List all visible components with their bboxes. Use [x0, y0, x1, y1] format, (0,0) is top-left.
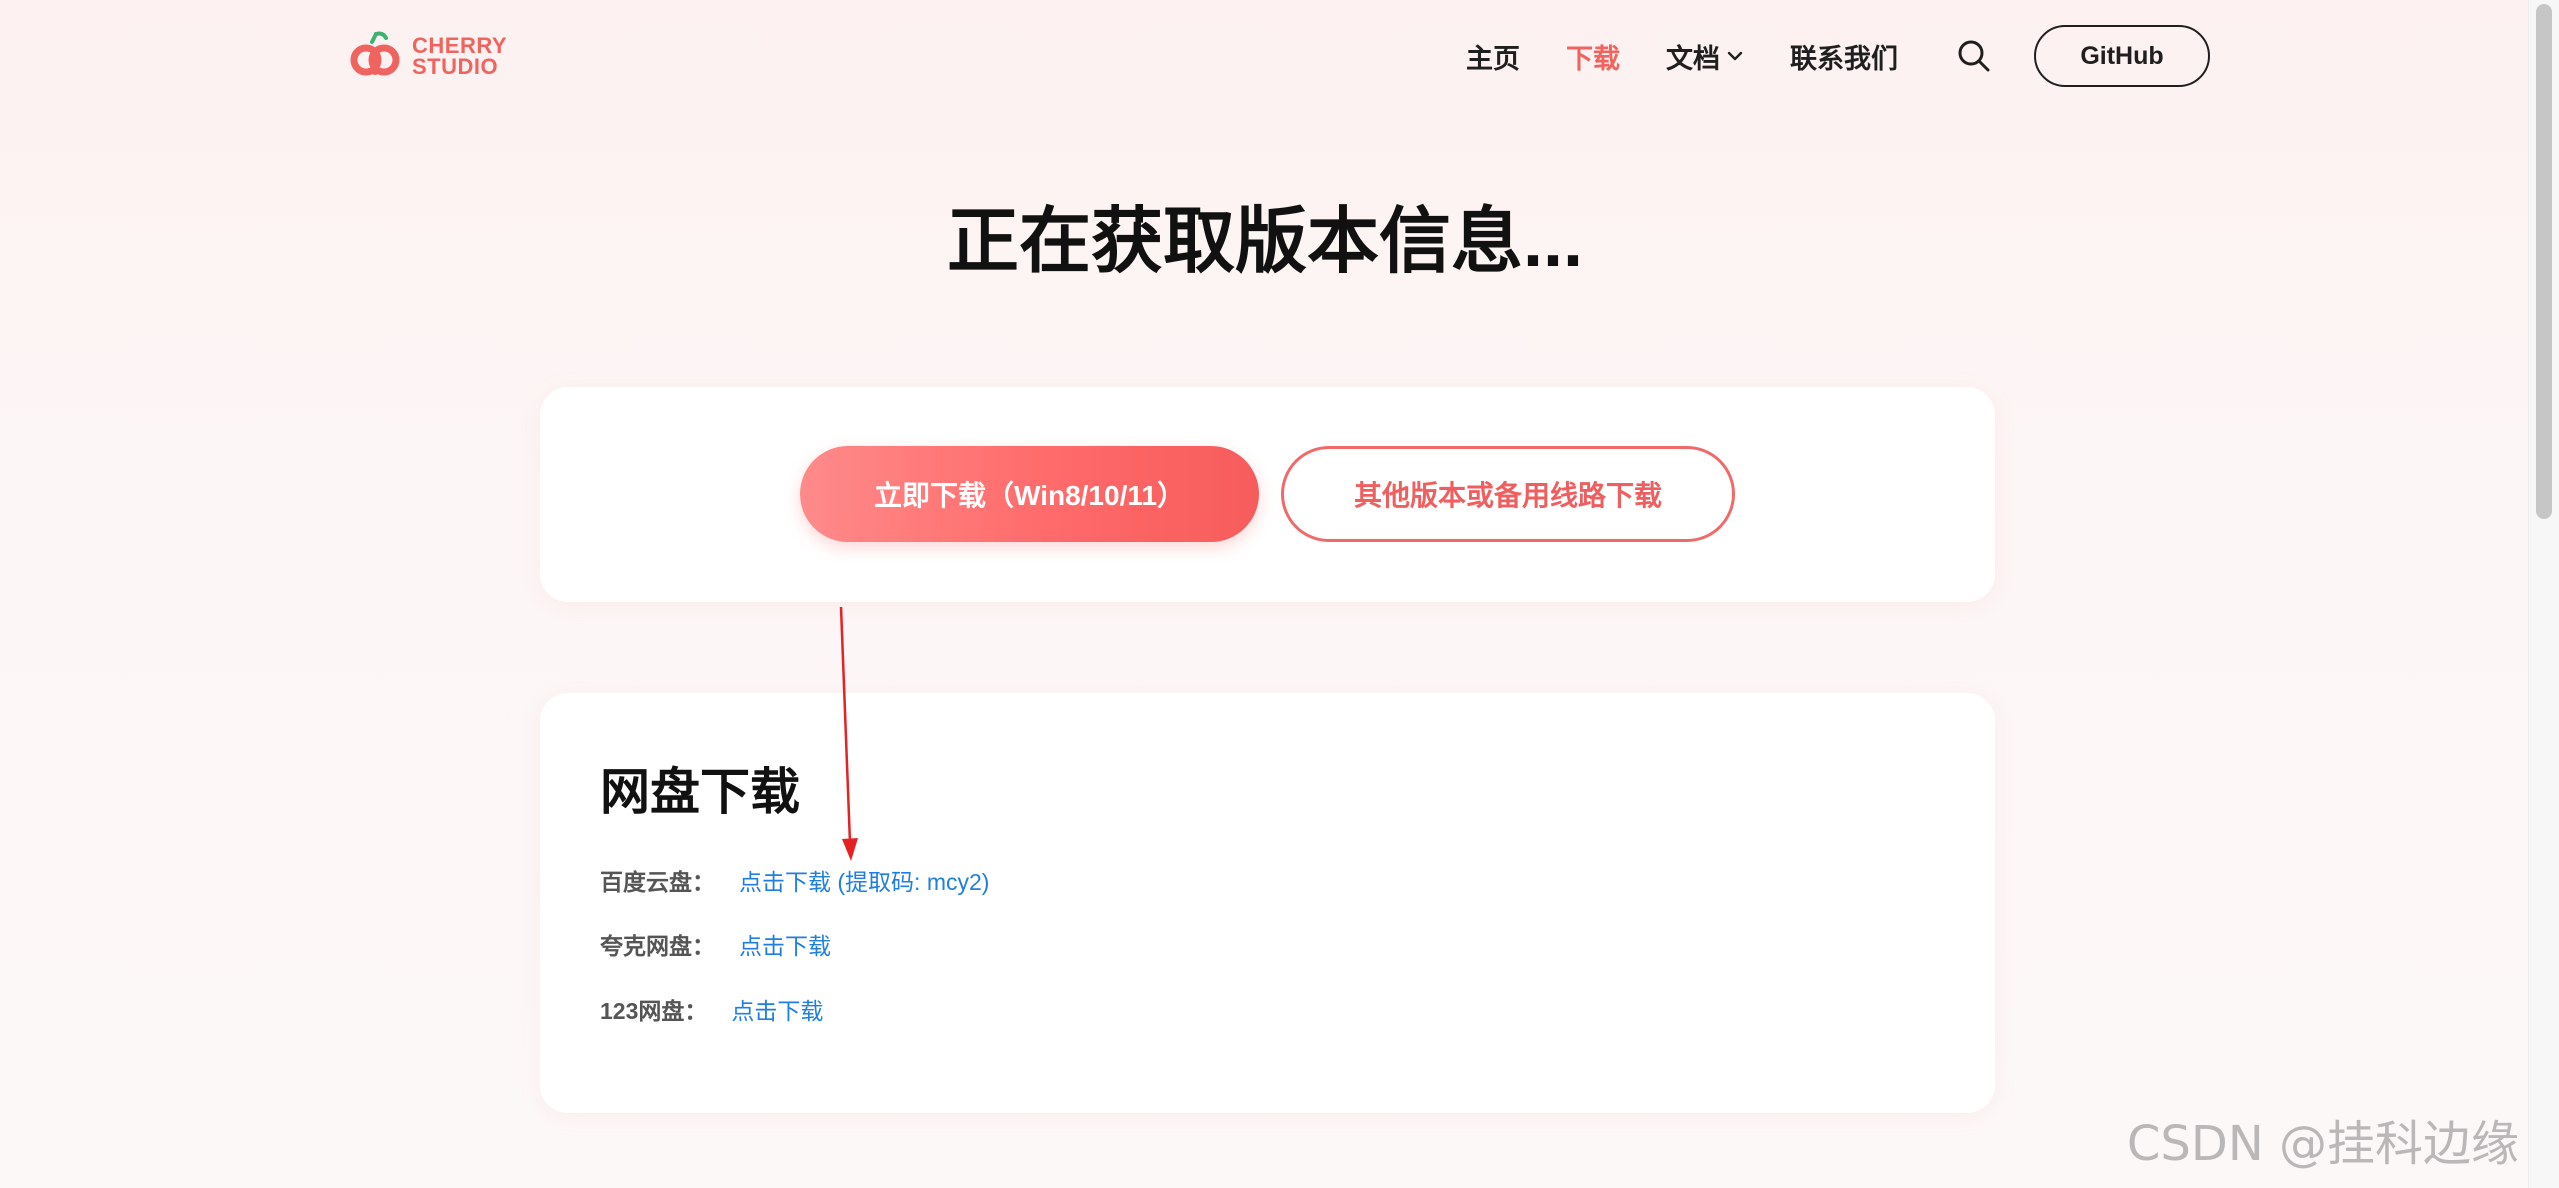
logo-line2: STUDIO — [412, 54, 499, 79]
quark-download-link[interactable]: 点击下载 — [739, 927, 831, 961]
netdisk-row-baidu: 百度云盘： 点击下载 (提取码: mcy2) — [600, 862, 989, 898]
logo-text: CHERRY STUDIO — [412, 33, 508, 79]
netdisk-label: 123网盘： — [600, 998, 708, 1024]
logo[interactable]: CHERRY STUDIO — [350, 30, 507, 82]
netdisk-label: 夸克网盘： — [600, 933, 715, 959]
csdn-watermark: CSDN @挂科边缘 — [2126, 1116, 2519, 1172]
annotation-arrow-icon — [839, 606, 858, 861]
page-title: 正在获取版本信息... — [946, 202, 1583, 282]
scroll-thumb[interactable] — [2536, 4, 2552, 519]
pan123-download-link[interactable]: 点击下载 — [731, 992, 823, 1026]
other-versions-button[interactable]: 其他版本或备用线路下载 — [1281, 446, 1735, 542]
netdisk-row-quark: 夸克网盘： 点击下载 — [600, 926, 831, 962]
nav-label: 文档 — [1666, 43, 1720, 74]
baidu-download-link[interactable]: 点击下载 (提取码: mcy2) — [739, 863, 989, 897]
nav-label: 联系我们 — [1790, 43, 1898, 74]
page-scrollbar[interactable] — [2528, 0, 2559, 1188]
cherry-logo-icon — [350, 31, 400, 76]
chevron-down-icon — [1727, 51, 1743, 61]
nav-item-contact[interactable]: 联系我们 — [1790, 37, 1898, 76]
nav-label: 主页 — [1466, 43, 1520, 74]
github-button[interactable]: GitHub — [2034, 25, 2210, 87]
logo-line1: CHERRY — [412, 33, 508, 58]
netdisk-title: 网盘下载 — [600, 764, 800, 820]
download-card — [540, 387, 1995, 602]
nav-item-home[interactable]: 主页 — [1466, 37, 1520, 76]
netdisk-label: 百度云盘： — [600, 869, 715, 895]
nav-item-docs[interactable]: 文档 — [1666, 37, 1744, 76]
netdisk-row-123: 123网盘： 点击下载 — [600, 991, 823, 1027]
nav-label: 下载 — [1566, 43, 1620, 74]
main-nav: 主页 下载 文档 联系我们 — [1466, 28, 1944, 84]
search-icon[interactable] — [1956, 38, 1992, 74]
nav-item-download[interactable]: 下载 — [1566, 37, 1620, 76]
download-now-button[interactable]: 立即下载（Win8/10/11） — [800, 446, 1259, 542]
